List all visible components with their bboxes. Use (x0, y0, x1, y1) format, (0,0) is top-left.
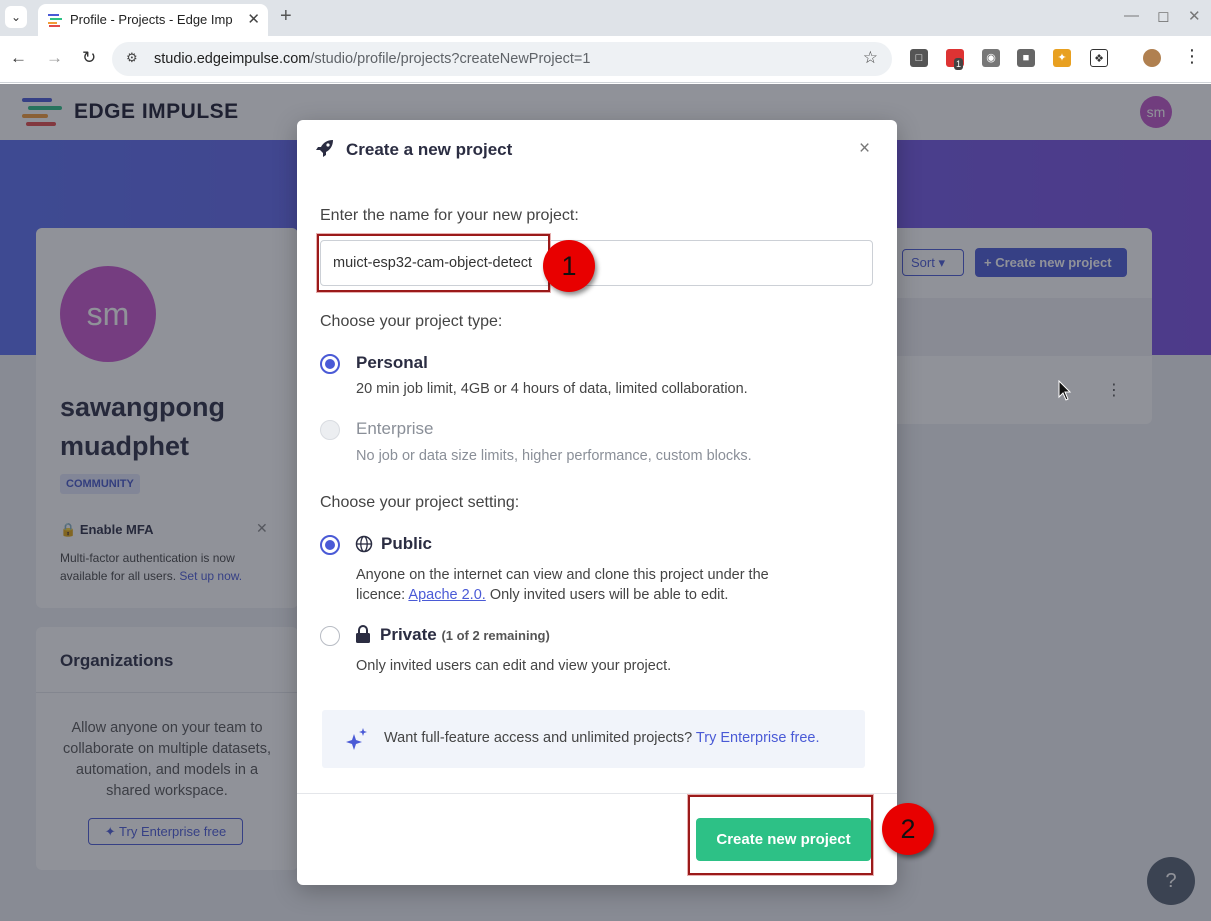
promo-text: Want full-feature access and unlimited p… (384, 730, 820, 746)
sparkles-icon (346, 728, 367, 750)
try-enterprise-link[interactable]: Try Enterprise free. (696, 730, 820, 746)
extension-chat-icon[interactable]: □ (910, 49, 928, 67)
maximize-icon[interactable]: ◻ (1157, 7, 1169, 25)
reload-icon[interactable]: ↻ (82, 48, 96, 68)
extensions-puzzle-icon[interactable]: ❖ (1090, 49, 1108, 67)
bookmark-star-icon[interactable]: ☆ (863, 48, 878, 68)
extension-calendar-icon[interactable]: 1 (946, 49, 964, 70)
project-type-label: Choose your project type: (320, 313, 503, 330)
globe-icon (355, 535, 373, 553)
private-description: Only invited users can edit and view you… (356, 658, 672, 674)
site-info-icon[interactable]: ⚙ (126, 50, 138, 66)
browser-menu-icon[interactable]: ⋮ (1183, 46, 1201, 67)
tab-title: Profile - Projects - Edge Imp (70, 12, 233, 27)
minimize-icon[interactable]: — (1124, 7, 1139, 24)
url-text: studio.edgeimpulse.com/studio/profile/pr… (154, 51, 591, 67)
extension-bus-icon[interactable]: ■ (1017, 49, 1035, 67)
private-radio[interactable] (320, 626, 340, 646)
public-title: Public (381, 534, 433, 553)
public-description: Anyone on the internet can view and clon… (356, 567, 769, 603)
browser-toolbar: ← → ↻ ⚙ studio.edgeimpulse.com/studio/pr… (0, 36, 1211, 83)
enterprise-title: Enterprise (356, 419, 434, 438)
highlight-box-create-button (688, 795, 873, 875)
apache-licence-link[interactable]: Apache 2.0. (408, 587, 485, 603)
extension-colorful-icon[interactable]: ✦ (1053, 49, 1071, 67)
project-name-label: Enter the name for your new project: (320, 207, 579, 224)
rocket-icon (316, 140, 333, 157)
browser-tab[interactable]: Profile - Projects - Edge Imp ✕ (38, 4, 268, 36)
public-radio[interactable] (320, 535, 340, 555)
edge-impulse-favicon-icon (48, 14, 62, 27)
lock-icon (356, 625, 370, 643)
new-tab-icon[interactable]: + (280, 5, 292, 28)
enterprise-promo: Want full-feature access and unlimited p… (322, 710, 865, 768)
modal-footer-divider (297, 793, 897, 794)
personal-title: Personal (356, 353, 428, 372)
project-setting-label: Choose your project setting: (320, 494, 520, 511)
back-icon[interactable]: ← (10, 48, 27, 68)
extension-camera-icon[interactable]: ◉ (982, 49, 1000, 67)
address-bar[interactable]: ⚙ studio.edgeimpulse.com/studio/profile/… (112, 42, 892, 76)
private-remaining-note: (1 of 2 remaining) (441, 628, 550, 643)
forward-icon[interactable]: → (46, 48, 63, 68)
extension-badge: 1 (954, 58, 964, 70)
enterprise-description: No job or data size limits, higher perfo… (356, 448, 752, 464)
step-badge-2: 2 (882, 803, 934, 855)
highlight-box-project-name (317, 234, 550, 292)
step-badge-1: 1 (543, 240, 595, 292)
close-modal-icon[interactable]: × (859, 138, 870, 160)
personal-description: 20 min job limit, 4GB or 4 hours of data… (356, 381, 748, 397)
close-window-icon[interactable]: ✕ (1188, 7, 1201, 25)
enterprise-radio[interactable] (320, 420, 340, 440)
close-tab-icon[interactable]: ✕ (247, 10, 260, 28)
private-title: Private (1 of 2 remaining) (380, 625, 550, 644)
mouse-cursor-icon (1058, 380, 1072, 401)
personal-radio[interactable] (320, 354, 340, 374)
modal-title: Create a new project (346, 140, 513, 159)
tab-list-dropdown[interactable]: ⌄ (5, 6, 27, 28)
profile-avatar-icon[interactable] (1143, 49, 1161, 67)
browser-tab-bar: ⌄ Profile - Projects - Edge Imp ✕ + — ◻ … (0, 0, 1211, 36)
